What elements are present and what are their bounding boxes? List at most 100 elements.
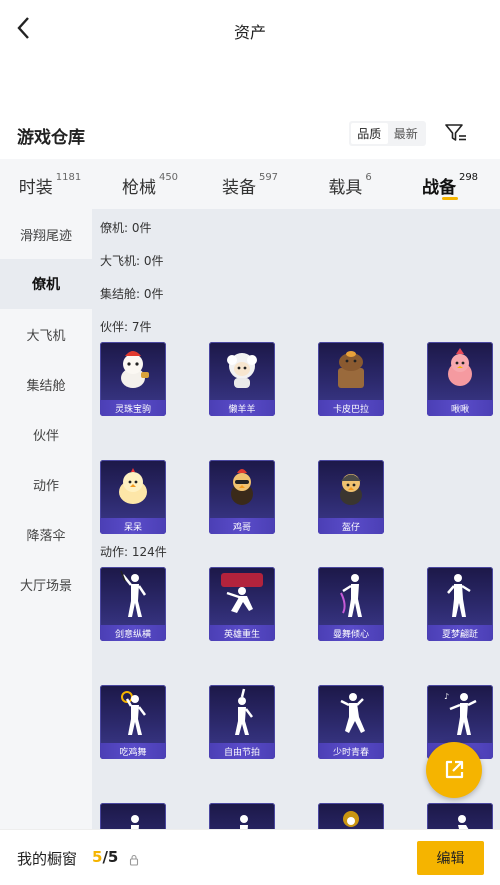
card-label: 懒羊羊	[209, 400, 275, 416]
partner-card[interactable]: 懒羊羊	[209, 342, 275, 416]
svg-text:♪: ♪	[444, 692, 449, 701]
dancer-silhouette-icon	[427, 567, 493, 623]
showcase-count: 5/5	[92, 848, 118, 866]
tab-count: 298	[458, 172, 479, 183]
active-tab-indicator	[442, 197, 458, 200]
emote-card[interactable]	[100, 803, 166, 829]
share-icon	[445, 760, 464, 779]
horse-icon	[100, 342, 166, 398]
showcase-bar: 我的橱窗 5/5 编辑	[0, 829, 500, 885]
showcase-total: /5	[102, 848, 119, 866]
sidebar-item-rally-pod[interactable]: 集结舱	[0, 359, 92, 409]
emote-card[interactable]: 夏梦翩跹	[427, 567, 493, 641]
dancer-silhouette-icon	[209, 567, 275, 623]
partner-card[interactable]: 盔仔	[318, 460, 384, 534]
emote-card[interactable]: 英雄重生	[209, 567, 275, 641]
emote-card[interactable]: 剑意纵横	[100, 567, 166, 641]
tab-label: 时装	[18, 178, 53, 198]
card-label: 自由节拍	[209, 743, 275, 759]
showcase-current: 5	[92, 848, 103, 866]
emote-card[interactable]: 少时青春	[318, 685, 384, 759]
tab-count: 6	[365, 172, 372, 183]
card-label: 卡皮巴拉	[318, 400, 384, 416]
emote-card[interactable]: 吃鸡舞	[100, 685, 166, 759]
tab-guns[interactable]: 枪械 450	[100, 159, 200, 209]
warehouse-title: 游戏仓库	[17, 128, 85, 148]
sort-quality-button[interactable]: 品质	[351, 123, 388, 144]
sidebar-item-lobby-scene[interactable]: 大厅场景	[0, 559, 92, 609]
sidebar-item-wingman[interactable]: 僚机	[0, 259, 92, 309]
showcase-label: 我的橱窗	[17, 850, 78, 868]
sidebar-item-big-plane[interactable]: 大飞机	[0, 309, 92, 359]
dancer-silhouette-icon	[100, 803, 166, 829]
helmet-bird-icon	[318, 460, 384, 516]
dancer-silhouette-icon	[209, 685, 275, 741]
partner-card[interactable]: 鸡哥	[209, 460, 275, 534]
emote-card[interactable]: 曼舞倾心	[318, 567, 384, 641]
card-label: 灵珠宝驹	[100, 400, 166, 416]
sub-category-sidebar: 滑翔尾迹 僚机 大飞机 集结舱 伙伴 动作 降落伞 大厅场景	[0, 209, 92, 829]
sidebar-item-emote[interactable]: 动作	[0, 459, 92, 509]
share-button[interactable]	[426, 742, 482, 798]
top-bar: 资产	[0, 0, 500, 58]
tab-label: 战备	[421, 178, 456, 198]
dancer-silhouette-icon	[209, 803, 275, 829]
card-label: 鸡哥	[209, 518, 275, 534]
sort-toggle: 品质 最新	[349, 121, 426, 146]
card-label: 呆呆	[100, 518, 166, 534]
partner-card[interactable]: 灵珠宝驹	[100, 342, 166, 416]
tab-fashion[interactable]: 时装 1181	[0, 159, 100, 209]
emote-card[interactable]: 自由节拍	[209, 685, 275, 759]
dancer-silhouette-icon	[427, 803, 493, 829]
tab-count: 1181	[55, 172, 82, 183]
card-label: 夏梦翩跹	[427, 625, 493, 641]
filter-icon	[445, 124, 466, 141]
chick-icon	[100, 460, 166, 516]
emote-card[interactable]	[318, 803, 384, 829]
card-label: 英雄重生	[209, 625, 275, 641]
tab-vehicles[interactable]: 载具 6	[300, 159, 400, 209]
sidebar-item-parachute[interactable]: 降落伞	[0, 509, 92, 559]
category-tabs: 时装 1181 枪械 450 装备 597 载具 6 战备 298	[0, 159, 500, 209]
page-title: 资产	[233, 23, 266, 42]
tab-battle-prep[interactable]: 战备 298	[400, 159, 500, 209]
capybara-icon	[318, 342, 384, 398]
group-header-rally-pod: 集结舱: 0件	[100, 287, 164, 301]
dancer-silhouette-icon: ♪	[427, 685, 493, 741]
sort-newest-button[interactable]: 最新	[388, 123, 425, 144]
tab-label: 装备	[221, 178, 256, 198]
emote-card[interactable]	[209, 803, 275, 829]
group-header-wingman: 僚机: 0件	[100, 221, 152, 235]
card-label: 吃鸡舞	[100, 743, 166, 759]
dancer-silhouette-icon	[318, 685, 384, 741]
sheep-icon	[209, 342, 275, 398]
item-list: 僚机: 0件 大飞机: 0件 集结舱: 0件 伙伴: 7件 灵珠宝驹 懒羊羊 卡…	[92, 209, 500, 829]
sidebar-item-partner[interactable]: 伙伴	[0, 409, 92, 459]
group-header-emote: 动作: 124件	[100, 545, 167, 559]
tab-gear[interactable]: 装备 597	[200, 159, 300, 209]
tab-count: 597	[258, 172, 279, 183]
dancer-silhouette-icon	[318, 567, 384, 623]
card-label: 啾啾	[427, 400, 493, 416]
dancer-silhouette-icon	[318, 803, 384, 829]
dancer-silhouette-icon	[100, 567, 166, 623]
edit-button[interactable]: 编辑	[417, 841, 484, 875]
group-header-big-plane: 大飞机: 0件	[100, 254, 164, 268]
card-label: 曼舞倾心	[318, 625, 384, 641]
lock-icon	[129, 851, 139, 870]
tab-label: 枪械	[121, 178, 156, 198]
partner-card[interactable]: 卡皮巴拉	[318, 342, 384, 416]
partner-card[interactable]: 啾啾	[427, 342, 493, 416]
emote-card[interactable]	[427, 803, 493, 829]
tab-label: 载具	[328, 178, 363, 198]
filter-button[interactable]	[443, 120, 469, 146]
sidebar-item-glide-trail[interactable]: 滑翔尾迹	[0, 209, 92, 259]
tab-count: 450	[158, 172, 179, 183]
partner-card[interactable]: 呆呆	[100, 460, 166, 534]
dancer-silhouette-icon	[100, 685, 166, 741]
card-label: 少时青春	[318, 743, 384, 759]
group-header-partner: 伙伴: 7件	[100, 320, 152, 334]
rooster-icon	[209, 460, 275, 516]
bird-icon	[427, 342, 493, 398]
card-label: 盔仔	[318, 518, 384, 534]
